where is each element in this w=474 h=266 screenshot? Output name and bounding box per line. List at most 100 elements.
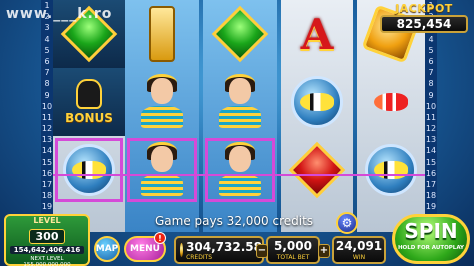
jackpot-label: JACKPOT [395,2,453,15]
fish-icon [374,161,408,179]
reel-cell: BONUS [53,68,125,136]
reel-cell [125,136,199,204]
win-display: 24,091 WIN [332,236,386,264]
win-label: WIN [352,254,366,261]
queen-face [229,146,251,172]
reel-1: BONUS [53,0,125,232]
fish-coin-icon [291,76,343,128]
bet-label: TOTAL BET [276,254,310,261]
payline-numbers-left: 1 2 3 4 5 6 7 8 9 10 11 12 13 14 15 16 1… [41,0,53,232]
payline-number: 4 [44,34,50,44]
reel-4: A [281,0,353,232]
coin-icon [180,243,184,257]
game-message: Game pays 32,000 credits [155,214,314,228]
payline-number: 15 [425,157,437,167]
next-level-text: NEXT LEVEL 155,000,000,000 [23,256,71,266]
queen-icon [139,140,185,200]
bet-decrease-button[interactable]: − [256,244,268,258]
queen-face [151,78,173,104]
gold-bar-icon [149,6,175,62]
credits-value: 304,732.58 [186,239,262,254]
green-gem-icon [211,5,269,63]
payline-number: 9 [44,90,50,100]
payline-number: 6 [44,56,50,66]
payline-number: 16 [41,168,53,178]
bet-value: 5,000 [274,239,312,253]
fish-coin-icon [63,144,115,196]
bet-increase-button[interactable]: + [318,244,330,258]
queen-icon [217,72,263,132]
reel-cell [281,68,353,136]
reel-3 [203,0,277,232]
spin-label: SPIN [404,219,458,243]
payline-number: 7 [428,68,434,78]
payline-number: 10 [41,101,53,111]
slot-machine-screen: www.___k.ro JACKPOT 825,454 1 2 3 4 5 6 … [0,0,474,266]
reel-cell [53,136,125,204]
payline-number: 10 [425,101,437,111]
reel-cell [281,136,353,204]
queen-collar [141,106,183,128]
payline-number: 6 [428,56,434,66]
payline-number: 15 [41,157,53,167]
payline-number: 12 [425,124,437,134]
payline-number: 8 [44,79,50,89]
payline-number: 11 [41,112,53,122]
payline-number: 14 [41,146,53,156]
payline-number: 13 [41,135,53,145]
credits-label: CREDITS [186,253,213,261]
reel-cell [357,136,425,204]
queen-collar [219,174,261,196]
payline-number: 7 [44,68,50,78]
payline-numbers-right: 1 2 3 4 5 6 7 8 9 10 11 12 13 14 15 16 1… [425,0,437,232]
payline-number: 14 [425,146,437,156]
jackpot-value: 825,454 [380,15,468,33]
queen-icon [217,140,263,200]
reel-cell [203,136,277,204]
cat-statue-icon [76,79,102,109]
winning-payline [53,174,425,176]
payline-number: 16 [425,168,437,178]
reel-5 [357,0,425,232]
level-value: 300 [28,229,66,244]
payline-number: 12 [41,124,53,134]
payline-number: 4 [428,34,434,44]
spin-hint: HOLD FOR AUTOPLAY [397,245,465,251]
queen-icon [139,72,185,132]
reel-cell [125,0,199,68]
payline-number: 3 [44,23,50,33]
reel-cell [357,68,425,136]
queen-collar [219,106,261,128]
level-panel[interactable]: LEVEL 300 154,642,406,416 NEXT LEVEL 155… [4,214,90,266]
reel-cell [203,0,277,68]
payline-number: 9 [428,90,434,100]
bonus-symbol: BONUS [65,79,113,125]
queen-face [151,146,173,172]
bonus-label: BONUS [65,111,113,125]
queen-face [229,78,251,104]
map-button[interactable]: MAP [94,236,120,262]
control-bar: Game pays 32,000 credits LEVEL 300 154,6… [0,210,474,266]
jackpot-display: JACKPOT 825,454 [380,2,468,33]
lionfish-icon [374,93,408,111]
level-label: LEVEL [33,216,61,225]
payline-number: 5 [44,45,50,55]
payline-number: 17 [425,180,437,189]
reel-cell: A [281,0,353,68]
payline-number: 8 [428,79,434,89]
fish-icon [72,161,106,179]
payline-number: 11 [425,112,437,122]
reel-2 [125,0,199,232]
watermark: www.___k.ro [6,6,113,22]
red-gem-icon [288,141,346,199]
payline-number: 18 [41,191,53,201]
win-value: 24,091 [335,239,383,253]
credits-display: 304,732.58 CREDITS [174,236,264,264]
total-bet-display[interactable]: 5,000 TOTAL BET [266,236,320,264]
payline-number: 13 [425,135,437,145]
fish-icon [300,93,334,111]
letter-a-symbol: A [300,9,334,59]
settings-gear-icon[interactable]: ⚙ [336,212,358,234]
fish-coin-icon [365,144,417,196]
spin-button[interactable]: SPIN HOLD FOR AUTOPLAY [392,214,470,264]
